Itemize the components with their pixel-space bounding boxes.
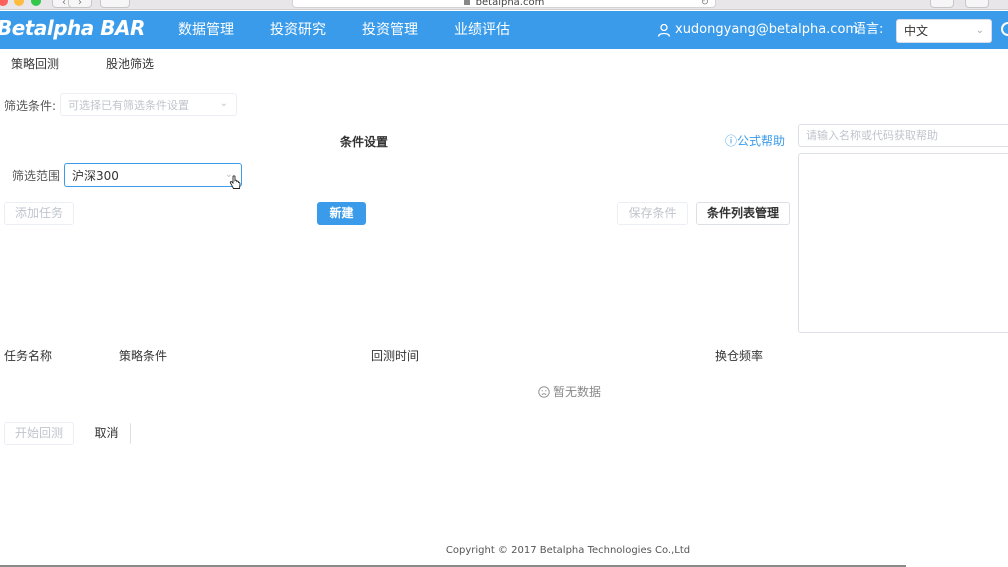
- language-label: 语言:: [853, 22, 884, 37]
- hand-cursor-icon: [229, 175, 241, 189]
- forward-button[interactable]: ›: [68, 0, 92, 8]
- tab-strategy-backtest[interactable]: 策略回测: [11, 55, 59, 72]
- new-button[interactable]: 新建: [317, 202, 366, 225]
- user-email: xudongyang@betalpha.com: [675, 22, 859, 37]
- url-text: betalpha.com: [475, 0, 545, 8]
- share-icon[interactable]: [930, 0, 954, 8]
- column-header-strategy: 策略条件: [119, 349, 168, 363]
- filter-condition-label: 筛选条件:: [4, 99, 57, 113]
- minimize-window-button[interactable]: [14, 0, 24, 6]
- app-logo[interactable]: Betalpha BAR: [0, 16, 145, 40]
- nav-investment-management[interactable]: 投资管理: [344, 11, 436, 49]
- save-condition-button[interactable]: 保存条件: [617, 202, 688, 225]
- formula-help-link[interactable]: ⓘ公式帮助: [725, 132, 785, 149]
- start-backtest-button[interactable]: 开始回测: [4, 422, 74, 445]
- column-header-rebalance-frequency: 换仓频率: [715, 349, 764, 363]
- user-icon: [657, 23, 671, 37]
- main-nav: 数据管理 投资研究 投资管理 业绩评估: [160, 11, 528, 49]
- footer-copyright: Copyright © 2017 Betalpha Technologies C…: [445, 545, 691, 556]
- column-header-backtest-time: 回测时间: [371, 349, 420, 363]
- user-menu[interactable]: xudongyang@betalpha.com: [657, 11, 858, 49]
- condition-list-button[interactable]: 条件列表管理: [696, 202, 790, 225]
- address-bar[interactable]: betalpha.com ↻: [292, 0, 716, 8]
- section-title: 条件设置: [340, 135, 389, 149]
- nav-data-management[interactable]: 数据管理: [160, 11, 252, 49]
- logout-icon[interactable]: [1001, 22, 1008, 36]
- empty-state: 暂无数据: [538, 383, 601, 400]
- sidebar-toggle-icon[interactable]: [100, 0, 130, 8]
- range-select[interactable]: 沪深300 ⌄: [64, 163, 242, 187]
- tabs-overview-icon[interactable]: [965, 0, 989, 8]
- help-content-panel: [798, 153, 1008, 333]
- reload-icon[interactable]: ↻: [701, 0, 709, 9]
- column-header-task-name: 任务名称: [4, 349, 53, 363]
- nav-investment-research[interactable]: 投资研究: [252, 11, 344, 49]
- filter-condition-placeholder: 可选择已有筛选条件设置: [68, 99, 189, 112]
- close-window-button[interactable]: [0, 0, 8, 6]
- chevron-down-icon: ⌄: [219, 98, 228, 109]
- range-value: 沪深300: [72, 169, 119, 183]
- range-label: 筛选范围: [12, 169, 61, 183]
- empty-text: 暂无数据: [553, 385, 602, 399]
- tab-stock-pool-screening[interactable]: 股池筛选: [106, 55, 154, 72]
- question-circle-icon: ⓘ: [725, 134, 738, 148]
- help-search-placeholder: 请输入名称或代码获取帮助: [806, 129, 938, 142]
- app-header: Betalpha BAR 数据管理 投资研究 投资管理 业绩评估 xudongy…: [0, 11, 1008, 49]
- browser-toolbar: ‹ › betalpha.com ↻: [0, 0, 1008, 10]
- formula-help-label: 公式帮助: [737, 134, 786, 148]
- cancel-button[interactable]: 取消: [82, 422, 131, 445]
- sad-face-icon: [538, 385, 550, 398]
- lock-icon: [463, 0, 470, 5]
- help-search-input[interactable]: 请输入名称或代码获取帮助: [798, 124, 1008, 147]
- filter-condition-select[interactable]: 可选择已有筛选条件设置 ⌄: [60, 93, 237, 116]
- chevron-down-icon: ⌄: [975, 25, 984, 36]
- add-task-button[interactable]: 添加任务: [4, 202, 74, 225]
- language-select[interactable]: 中文 ⌄: [896, 19, 992, 43]
- zoom-window-button[interactable]: [31, 0, 41, 6]
- nav-performance-evaluation[interactable]: 业绩评估: [436, 11, 528, 49]
- language-value: 中文: [904, 24, 929, 38]
